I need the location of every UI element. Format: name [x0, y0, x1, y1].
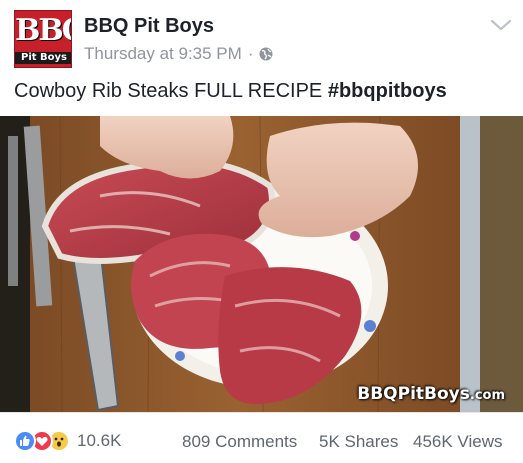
post-timestamp[interactable]: Thursday at 9:35 PM: [84, 44, 242, 64]
chevron-down-icon[interactable]: [490, 18, 512, 32]
comments-count-link[interactable]: 809 Comments: [182, 432, 297, 452]
watermark-suffix: .com: [469, 388, 505, 403]
shares-count-link[interactable]: 5K Shares: [319, 432, 398, 452]
avatar-logo-subtext: Pit Boys: [15, 52, 71, 64]
page-avatar[interactable]: BBQ Pit Boys: [14, 10, 72, 68]
post-meta: Thursday at 9:35 PM ·: [84, 44, 273, 64]
video-player[interactable]: BBQPitBoys.com: [0, 116, 523, 412]
video-watermark: BBQPitBoys.com: [357, 384, 505, 404]
reactions-summary[interactable]: 10.6K: [14, 429, 121, 453]
reaction-count: 10.6K: [77, 431, 122, 450]
globe-icon[interactable]: [259, 47, 273, 61]
views-count: 456K Views: [413, 432, 503, 451]
meta-separator: ·: [247, 44, 254, 63]
avatar-logo-text: BBQ: [15, 13, 71, 48]
hashtag-link[interactable]: #bbqpitboys: [328, 80, 447, 102]
post-text: Cowboy Rib Steaks FULL RECIPE: [14, 80, 323, 102]
page-name-link[interactable]: BBQ Pit Boys: [84, 14, 214, 38]
watermark-text: BBQPitBoys: [357, 384, 470, 404]
post-header: BBQ Pit Boys BBQ Pit Boys Thursday at 9:…: [0, 0, 523, 76]
post-footer: 10.6K 809 Comments 5K Shares 456K Views: [0, 412, 523, 463]
post-message: Cowboy Rib Steaks FULL RECIPE #bbqpitboy…: [14, 78, 447, 104]
like-icon: [14, 430, 36, 452]
video-frame: [0, 116, 523, 412]
